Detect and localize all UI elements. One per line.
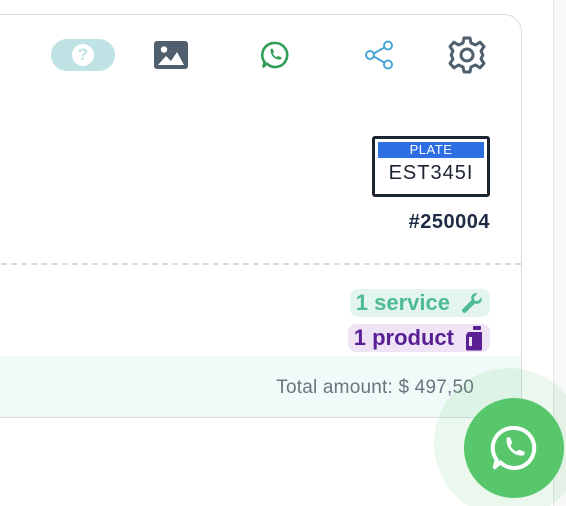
total-amount: Total amount: $ 497,50 bbox=[276, 377, 474, 398]
order-card: ? PLATE EST345I #250004 1 service 1 prod… bbox=[0, 14, 522, 418]
wrench-icon bbox=[460, 291, 484, 315]
oil-can-icon bbox=[464, 325, 484, 351]
image-button[interactable] bbox=[151, 35, 191, 75]
license-plate: PLATE EST345I bbox=[372, 136, 490, 197]
whatsapp-fab-button[interactable] bbox=[464, 398, 564, 498]
dashed-divider bbox=[0, 263, 521, 265]
share-icon bbox=[365, 40, 393, 70]
share-button[interactable] bbox=[359, 35, 399, 75]
help-button[interactable]: ? bbox=[51, 35, 115, 75]
help-pill: ? bbox=[51, 39, 115, 71]
whatsapp-icon bbox=[260, 41, 289, 69]
gear-icon bbox=[448, 36, 486, 74]
app-viewport: ? PLATE EST345I #250004 1 service 1 prod… bbox=[0, 0, 566, 506]
settings-button[interactable] bbox=[445, 35, 489, 75]
plate-header: PLATE bbox=[378, 142, 484, 158]
service-count-label: 1 service bbox=[355, 290, 450, 315]
plate-number: EST345I bbox=[388, 162, 474, 184]
service-count-badge: 1 service bbox=[349, 289, 490, 317]
card-toolbar: ? bbox=[0, 35, 521, 75]
image-icon bbox=[154, 41, 188, 69]
whatsapp-button[interactable] bbox=[255, 35, 295, 75]
product-count-label: 1 product bbox=[353, 325, 454, 350]
help-icon: ? bbox=[72, 44, 94, 66]
whatsapp-icon bbox=[490, 425, 537, 470]
product-count-badge: 1 product bbox=[347, 324, 490, 352]
order-number: #250004 bbox=[408, 211, 490, 233]
